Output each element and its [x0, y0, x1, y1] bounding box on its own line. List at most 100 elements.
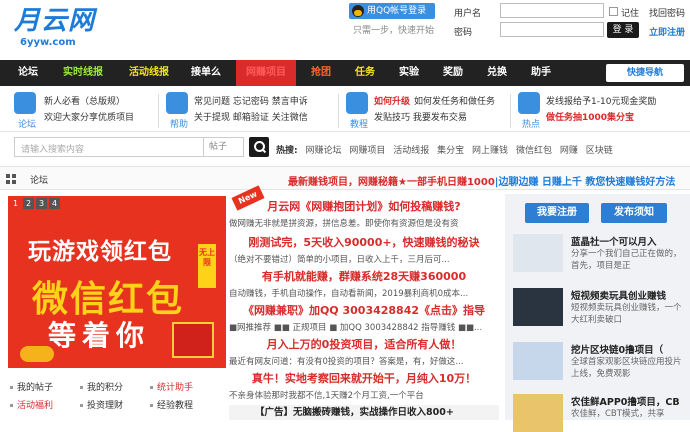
info-link[interactable]: 新人必看（总版规）	[44, 94, 125, 107]
article-title[interactable]: 月云网《网赚抱团计划》如何投稿赚钱?	[229, 198, 499, 214]
article-item[interactable]: 月入上万的0投资项目，适合所有人做！ 最近有网友问道：有没有0投资的项目？答案是…	[229, 336, 499, 367]
banner-line1: 玩游戏领红包	[28, 239, 172, 265]
post-thumbnail[interactable]	[513, 394, 563, 432]
article-title[interactable]: 《网赚兼职》加QQ 3003428842《点击》指导	[229, 302, 499, 318]
info-link[interactable]: 欢迎大家分享优质项目	[44, 110, 134, 123]
hot-search-link[interactable]: 集分宝	[437, 146, 464, 156]
quick-link-label[interactable]: 活动福利	[17, 401, 53, 411]
side-post-title[interactable]: 短视频卖玩具创业赚钱	[571, 288, 666, 302]
article-title[interactable]: 月入上万的0投资项目，适合所有人做！	[229, 336, 499, 352]
article-desc: 不亲身体验那时我都不信,1天赚2个月工资,一个平台	[229, 391, 424, 401]
ad-link[interactable]: 【广告】无脑搬砖赚钱，实战操作日收入800+	[229, 405, 499, 420]
breadcrumb-current[interactable]: 论坛	[30, 173, 48, 186]
banner-page-3[interactable]: 3	[36, 198, 47, 209]
divider	[338, 94, 339, 128]
info-link[interactable]: 如何发任务和做任务	[414, 94, 495, 107]
info-link[interactable]: 常见问题 忘记密码 禁言申诉	[194, 94, 308, 107]
info-link[interactable]: 如何升级	[374, 94, 410, 107]
search-button[interactable]	[249, 137, 269, 157]
nav-item-tasks[interactable]: 任务	[348, 60, 382, 86]
quick-nav-button[interactable]: 快捷导航	[606, 64, 684, 82]
info-link[interactable]: 关于提现 邮箱验证 关注微信	[194, 110, 308, 123]
hot-search: 热搜: 网赚论坛 网赚项目 活动线报 集分宝 网上赚钱 微信红包 网赚 区块链	[276, 143, 613, 156]
article-title[interactable]: 刚测试完，5天收入90000+，快速赚钱的秘诀	[229, 234, 499, 250]
banner-page-2[interactable]: 2	[23, 198, 34, 209]
promo-banner[interactable]: 1234 玩游戏领红包 微信红包 无上限 等着你	[8, 196, 226, 368]
nav-item-helper[interactable]: 助手	[524, 60, 558, 86]
info-link[interactable]: 发线报给予1-10元现金奖励	[546, 94, 656, 107]
side-post-title[interactable]: 挖片区块链0撸项目（	[571, 342, 663, 356]
article-item[interactable]: 《网赚兼职》加QQ 3003428842《点击》指导 ■网推推荐 ■■ 正规项目…	[229, 302, 499, 333]
breadcrumb: 论坛 最新赚钱项目，网赚秘籍★一部手机日赚1000|边聊边赚 日赚上千 教您快速…	[0, 166, 690, 190]
side-post-title[interactable]: 蓝晶社一个可以月入	[571, 234, 657, 248]
login-button[interactable]: 登 录	[607, 22, 639, 38]
quick-link-label[interactable]: 我的帖子	[17, 383, 53, 393]
remember-checkbox[interactable]	[609, 7, 618, 16]
quick-link: 投资理财	[80, 398, 123, 411]
hot-search-link[interactable]: 活动线报	[393, 146, 429, 156]
info-link[interactable]: 发贴技巧 我要发布交易	[374, 110, 467, 123]
register-link[interactable]: 立即注册	[649, 25, 685, 38]
side-post-desc: 全球首家观影区块链应用投片上线，免费观影	[571, 357, 682, 379]
quick-link: 统计助手	[150, 380, 193, 393]
nav-item-realtime[interactable]: 实时线报	[58, 60, 108, 86]
article-item[interactable]: 有手机就能赚，群赚系统28天赚360000 自动赚钱，手机自动操作，自动看新闻，…	[229, 268, 499, 299]
hot-search-link[interactable]: 网上赚钱	[472, 146, 508, 156]
info-link[interactable]: 做任务抽1000集分宝	[546, 110, 634, 123]
nav-item-test[interactable]: 实验	[392, 60, 426, 86]
nav-item-forum[interactable]: 论坛	[10, 60, 46, 86]
nav-item-projects[interactable]: 网赚项目	[236, 60, 296, 86]
article-desc: 最近有网友问道：有没有0投资的项目？答案是，有，好做这...	[229, 357, 464, 367]
hot-search-link[interactable]: 微信红包	[516, 146, 552, 156]
hot-search-link[interactable]: 网赚论坛	[305, 146, 341, 156]
main-nav: 论坛 实时线报 活动线报 接单么 网赚项目 抢团 任务 实验 奖励 兑换 助手 …	[0, 60, 690, 86]
quick-link-label[interactable]: 投资理财	[87, 401, 123, 411]
article-item[interactable]: 真牛！实地考察回来就开始干，月纯入10万！ 不亲身体验那时我都不信,1天赚2个月…	[229, 370, 499, 401]
article-item[interactable]: 月云网《网赚抱团计划》如何投稿赚钱? 做网赚无非就是拼资源，拼信息差。即使你有资…	[229, 198, 499, 229]
banner-pager: 1234	[10, 198, 62, 209]
banner-page-1[interactable]: 1	[10, 198, 21, 209]
article-title[interactable]: 真牛！实地考察回来就开始干，月纯入10万！	[229, 370, 499, 386]
article-item[interactable]: 刚测试完，5天收入90000+，快速赚钱的秘诀 （绝对不要错过）简单的小项目，日…	[229, 234, 499, 265]
username-field[interactable]	[500, 3, 604, 18]
hot-search-link[interactable]: 网赚	[560, 146, 578, 156]
publish-notice-button[interactable]: 发布须知	[601, 203, 667, 223]
article-desc: 做网赚无非就是拼资源，拼信息差。即使你有资源但是没有资	[229, 219, 459, 229]
globe-icon	[346, 92, 368, 114]
quick-link-label[interactable]: 我的积分	[87, 383, 123, 393]
site-logo[interactable]: 月云网 6yyw.com	[14, 6, 124, 52]
nav-item-reward[interactable]: 奖励	[436, 60, 470, 86]
search-bar: 请输入搜索内容 帖子 热搜: 网赚论坛 网赚项目 活动线报 集分宝 网上赚钱 微…	[0, 132, 690, 162]
home-grid-icon[interactable]	[6, 174, 16, 184]
logo-domain: 6yyw.com	[20, 37, 76, 48]
qq-login-button[interactable]: 用QQ帐号登录	[349, 3, 435, 19]
nav-item-tuan[interactable]: 抢团	[304, 60, 338, 86]
notice-blue: |边聊边赚 日赚上千 教您快速赚钱好方法	[494, 177, 676, 188]
hot-search-link[interactable]: 区块链	[586, 146, 613, 156]
notice-red: 最新赚钱项目，网赚秘籍★一部手机日赚1000	[288, 177, 495, 188]
hot-icon	[518, 92, 540, 114]
side-post-desc: 短视频卖玩具创业赚钱，一个大红利卖破口	[571, 303, 682, 325]
post-thumbnail[interactable]	[513, 288, 563, 326]
notice-ticker[interactable]: 最新赚钱项目，网赚秘籍★一部手机日赚1000|边聊边赚 日赚上千 教您快速赚钱好…	[288, 173, 675, 188]
article-title[interactable]: 有手机就能赚，群赚系统28天赚360000	[229, 268, 499, 284]
info-bar: 论坛 新人必看（总版规） 欢迎大家分享优质项目 帮助 常见问题 忘记密码 禁言申…	[0, 86, 690, 132]
quick-link: 经验教程	[150, 398, 193, 411]
banner-page-4[interactable]: 4	[49, 198, 60, 209]
logo-text: 月云网	[14, 6, 96, 36]
nav-item-exchange[interactable]: 兑换	[480, 60, 514, 86]
search-input[interactable]: 请输入搜索内容 帖子	[14, 137, 244, 157]
nav-item-activity[interactable]: 活动线报	[124, 60, 174, 86]
nav-item-jiedan[interactable]: 接单么	[186, 60, 226, 86]
password-field[interactable]	[500, 22, 604, 37]
post-thumbnail[interactable]	[513, 234, 563, 272]
register-button[interactable]: 我要注册	[525, 203, 589, 223]
side-post-title[interactable]: 农佳鲜APP0撸项目，CB	[571, 394, 680, 408]
post-thumbnail[interactable]	[513, 342, 563, 380]
hot-search-link[interactable]: 网赚项目	[349, 146, 385, 156]
forgot-password-link[interactable]: 找回密码	[649, 6, 685, 19]
house-icon	[14, 92, 36, 114]
search-scope-select[interactable]: 帖子	[203, 138, 244, 156]
quick-link-label[interactable]: 统计助手	[157, 383, 193, 393]
quick-link-label[interactable]: 经验教程	[157, 401, 193, 411]
